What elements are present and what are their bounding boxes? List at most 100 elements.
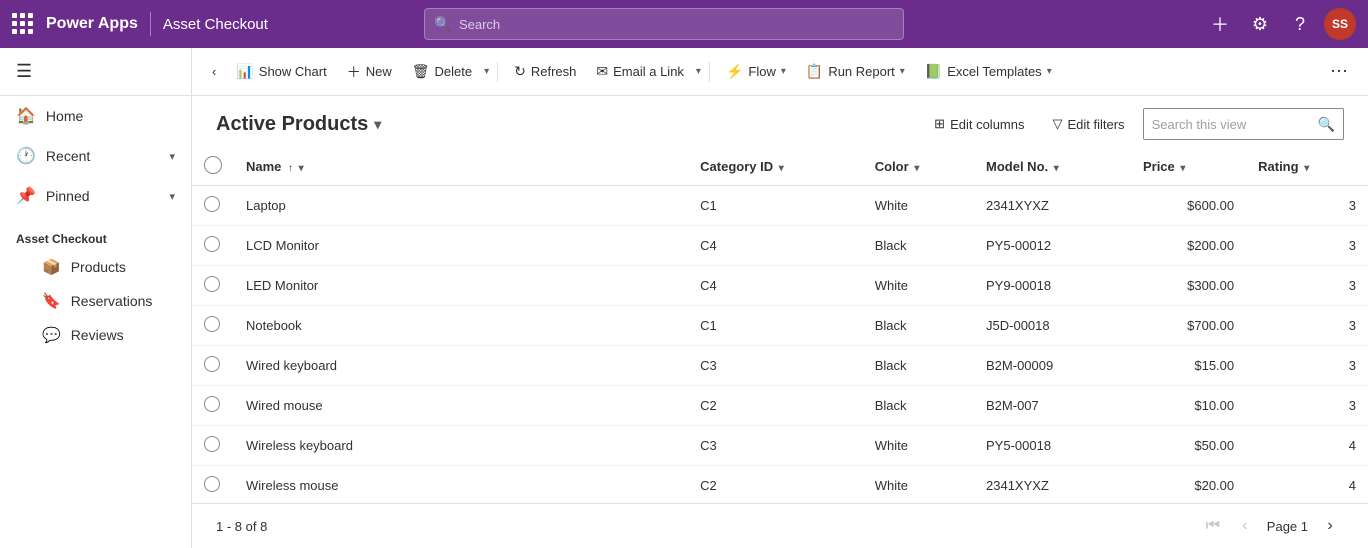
- table-row[interactable]: Notebook C1 Black J5D-00018 $700.00 3: [192, 306, 1368, 346]
- table-row[interactable]: Laptop C1 White 2341XYXZ $600.00 3: [192, 186, 1368, 226]
- row-checkbox-cell[interactable]: [192, 266, 234, 306]
- row-checkbox[interactable]: [204, 436, 220, 452]
- cell-rating: 3: [1246, 306, 1368, 346]
- table-row[interactable]: Wireless mouse C2 White 2341XYXZ $20.00 …: [192, 466, 1368, 504]
- cell-name[interactable]: Wired keyboard: [234, 346, 688, 386]
- sidebar-item-products[interactable]: 📦 Products: [0, 250, 191, 284]
- cell-name[interactable]: Laptop: [234, 186, 688, 226]
- col-header-name[interactable]: Name ↑ ▾: [234, 148, 688, 186]
- cell-model: B2M-00009: [974, 346, 1131, 386]
- sort-asc-icon: ↑: [288, 163, 293, 174]
- col-header-price[interactable]: Price ▾: [1131, 148, 1246, 186]
- delete-icon: 🗑: [412, 63, 430, 80]
- row-checkbox-cell[interactable]: [192, 426, 234, 466]
- cell-name[interactable]: Notebook: [234, 306, 688, 346]
- row-checkbox[interactable]: [204, 476, 220, 492]
- show-chart-label: Show Chart: [259, 64, 327, 79]
- next-page-button[interactable]: ›: [1316, 512, 1344, 540]
- prev-page-button[interactable]: ‹: [1231, 512, 1259, 540]
- row-checkbox[interactable]: [204, 316, 220, 332]
- cell-name[interactable]: LED Monitor: [234, 266, 688, 306]
- nav-divider: [150, 12, 151, 36]
- edit-columns-button[interactable]: ⊞ Edit columns: [924, 110, 1034, 138]
- email-icon: ✉: [596, 63, 608, 80]
- sidebar-item-reservations[interactable]: 🔖 Reservations: [0, 284, 191, 318]
- view-area: Active Products ▾ ⊞ Edit columns ▽ Edit …: [192, 96, 1368, 548]
- refresh-icon: ↻: [514, 63, 526, 80]
- flow-button[interactable]: ⚡ Flow ▾: [718, 57, 794, 86]
- row-checkbox-cell[interactable]: [192, 466, 234, 504]
- sidebar-item-home[interactable]: 🏠 Home: [0, 96, 191, 136]
- col-header-rating[interactable]: Rating ▾: [1246, 148, 1368, 186]
- row-checkbox-cell[interactable]: [192, 306, 234, 346]
- cell-model: 2341XYXZ: [974, 466, 1131, 504]
- cell-name[interactable]: Wireless mouse: [234, 466, 688, 504]
- add-button[interactable]: ＋: [1204, 8, 1236, 40]
- run-report-icon: 📋: [806, 63, 823, 80]
- table-body: Laptop C1 White 2341XYXZ $600.00 3 LCD M…: [192, 186, 1368, 504]
- row-checkbox-cell[interactable]: [192, 346, 234, 386]
- excel-templates-button[interactable]: 📗 Excel Templates ▾: [917, 57, 1060, 86]
- cell-color: White: [863, 186, 974, 226]
- hamburger-menu[interactable]: ☰: [0, 48, 191, 96]
- row-checkbox-cell[interactable]: [192, 226, 234, 266]
- col-category-filter-icon: ▾: [779, 163, 784, 174]
- data-table-container: Name ↑ ▾ Category ID ▾ Color ▾: [192, 148, 1368, 503]
- select-all-checkbox[interactable]: [204, 156, 222, 174]
- header-checkbox-cell[interactable]: [192, 148, 234, 186]
- row-checkbox[interactable]: [204, 396, 220, 412]
- cell-name[interactable]: Wired mouse: [234, 386, 688, 426]
- sidebar-item-reviews[interactable]: 💬 Reviews: [0, 318, 191, 352]
- col-header-color[interactable]: Color ▾: [863, 148, 974, 186]
- edit-filters-button[interactable]: ▽ Edit filters: [1042, 110, 1134, 138]
- settings-icon[interactable]: ⚙: [1244, 8, 1276, 40]
- row-checkbox[interactable]: [204, 276, 220, 292]
- show-chart-button[interactable]: 📊 Show Chart: [228, 57, 334, 86]
- row-checkbox[interactable]: [204, 356, 220, 372]
- cmd-separator-1: [497, 62, 498, 82]
- cell-name[interactable]: LCD Monitor: [234, 226, 688, 266]
- delete-label: Delete: [435, 64, 473, 79]
- sidebar-item-recent[interactable]: 🕐 Recent ▾: [0, 136, 191, 176]
- refresh-label: Refresh: [531, 64, 577, 79]
- cell-name[interactable]: Wireless keyboard: [234, 426, 688, 466]
- sidebar-item-pinned[interactable]: 📌 Pinned ▾: [0, 176, 191, 216]
- view-title-chevron-icon[interactable]: ▾: [374, 116, 381, 133]
- global-search-input[interactable]: [424, 8, 904, 40]
- table-row[interactable]: Wireless keyboard C3 White PY5-00018 $50…: [192, 426, 1368, 466]
- back-button[interactable]: ‹: [204, 58, 224, 85]
- email-link-button[interactable]: ✉ Email a Link: [588, 57, 692, 86]
- cell-model: J5D-00018: [974, 306, 1131, 346]
- table-row[interactable]: Wired mouse C2 Black B2M-007 $10.00 3: [192, 386, 1368, 426]
- table-row[interactable]: Wired keyboard C3 Black B2M-00009 $15.00…: [192, 346, 1368, 386]
- row-checkbox[interactable]: [204, 196, 220, 212]
- sidebar-reservations-label: Reservations: [71, 293, 153, 309]
- cell-rating: 4: [1246, 466, 1368, 504]
- more-commands-icon[interactable]: ⋯: [1322, 57, 1356, 86]
- record-count: 1 - 8 of 8: [216, 519, 267, 534]
- user-avatar[interactable]: SS: [1324, 8, 1356, 40]
- col-header-category[interactable]: Category ID ▾: [688, 148, 863, 186]
- row-checkbox-cell[interactable]: [192, 186, 234, 226]
- search-view-input[interactable]: [1152, 117, 1312, 132]
- email-chevron-icon[interactable]: ▾: [696, 66, 701, 77]
- delete-button[interactable]: 🗑 Delete: [404, 57, 480, 86]
- row-checkbox[interactable]: [204, 236, 220, 252]
- col-rating-filter-icon: ▾: [1304, 163, 1309, 174]
- col-name-filter-icon: ▾: [299, 163, 304, 174]
- new-button[interactable]: ＋ New: [339, 56, 400, 88]
- table-row[interactable]: LED Monitor C4 White PY9-00018 $300.00 3: [192, 266, 1368, 306]
- refresh-button[interactable]: ↻ Refresh: [506, 57, 584, 86]
- row-checkbox-cell[interactable]: [192, 386, 234, 426]
- main-layout: ☰ 🏠 Home 🕐 Recent ▾ 📌 Pinned ▾ Asset Che…: [0, 48, 1368, 548]
- help-icon[interactable]: ?: [1284, 8, 1316, 40]
- first-page-button[interactable]: ⏮: [1199, 512, 1227, 540]
- col-header-model[interactable]: Model No. ▾: [974, 148, 1131, 186]
- delete-chevron-icon[interactable]: ▾: [484, 66, 489, 77]
- view-title-text: Active Products: [216, 113, 368, 136]
- apps-grid-icon[interactable]: [12, 13, 34, 35]
- table-row[interactable]: LCD Monitor C4 Black PY5-00012 $200.00 3: [192, 226, 1368, 266]
- cell-rating: 3: [1246, 226, 1368, 266]
- col-category-label: Category ID: [700, 159, 773, 174]
- run-report-button[interactable]: 📋 Run Report ▾: [798, 57, 913, 86]
